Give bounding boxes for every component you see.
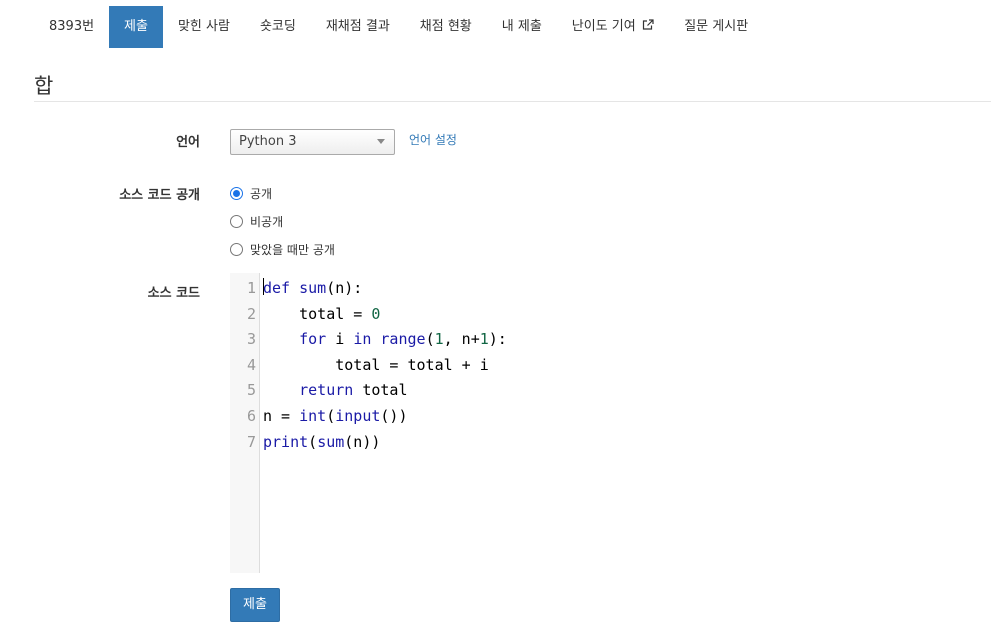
visibility-option-private[interactable]: 비공개 — [230, 213, 283, 230]
code-line: 3 for i in range(1, n+1): — [230, 327, 991, 353]
tab-my-submissions[interactable]: 내 제출 — [487, 6, 557, 48]
radio-public[interactable] — [230, 187, 243, 200]
tab-rejudge-results[interactable]: 재채점 결과 — [311, 6, 405, 48]
code-line: 2 total = 0 — [230, 302, 991, 328]
visibility-label: 소스 코드 공개 — [119, 188, 200, 203]
line-number: 7 — [246, 432, 256, 451]
title-divider — [34, 101, 991, 102]
radio-accepted-only[interactable] — [230, 243, 243, 256]
radio-public-label: 공개 — [250, 187, 273, 201]
code-line: 4 total = total + i — [230, 353, 991, 379]
code-editor[interactable]: 1 def sum(n): 2 total = 0 3 for i in rang… — [230, 273, 991, 573]
radio-private[interactable] — [230, 215, 243, 228]
tab-difficulty-label: 난이도 기여 — [571, 19, 636, 34]
language-settings-link[interactable]: 언어 설정 — [409, 131, 457, 148]
language-label: 언어 — [176, 135, 200, 150]
tab-problem[interactable]: 8393번 — [34, 6, 109, 48]
language-select[interactable]: Python 3 — [230, 129, 395, 155]
tab-qna-board[interactable]: 질문 게시판 — [669, 6, 763, 48]
visibility-option-accepted-only[interactable]: 맞았을 때만 공개 — [230, 241, 335, 258]
tab-judge-status[interactable]: 채점 현황 — [405, 6, 487, 48]
source-code-label: 소스 코드 — [147, 286, 200, 301]
code-line: 7 print(sum(n)) — [230, 430, 991, 456]
line-number: 2 — [246, 304, 256, 323]
code-line: 6n = int(input()) — [230, 404, 991, 430]
code-line: 1 def sum(n): — [230, 276, 991, 302]
tab-difficulty-contribution[interactable]: 난이도 기여 — [557, 6, 669, 48]
line-number: 1 — [246, 279, 256, 297]
problem-tabs: 8393번 제출 맞힌 사람 숏코딩 재채점 결과 채점 현황 내 제출 난이도… — [34, 6, 763, 48]
code-line: 5 return total — [230, 378, 991, 404]
line-number: 3 — [246, 330, 256, 349]
submit-button[interactable]: 제출 — [230, 588, 280, 622]
page-title: 합 — [34, 74, 54, 98]
tab-submit[interactable]: 제출 — [109, 6, 163, 48]
dropdown-arrow-icon — [377, 139, 385, 144]
tab-solvers[interactable]: 맞힌 사람 — [163, 6, 245, 48]
visibility-option-public[interactable]: 공개 — [230, 185, 272, 202]
external-link-icon — [639, 19, 655, 33]
radio-private-label: 비공개 — [250, 215, 284, 229]
language-select-value: Python 3 — [239, 134, 297, 149]
line-number: 4 — [246, 355, 256, 374]
tab-short-coding[interactable]: 숏코딩 — [245, 6, 311, 48]
radio-accepted-only-label: 맞았을 때만 공개 — [250, 243, 335, 257]
line-number: 6 — [246, 407, 256, 425]
line-number: 5 — [246, 381, 256, 400]
